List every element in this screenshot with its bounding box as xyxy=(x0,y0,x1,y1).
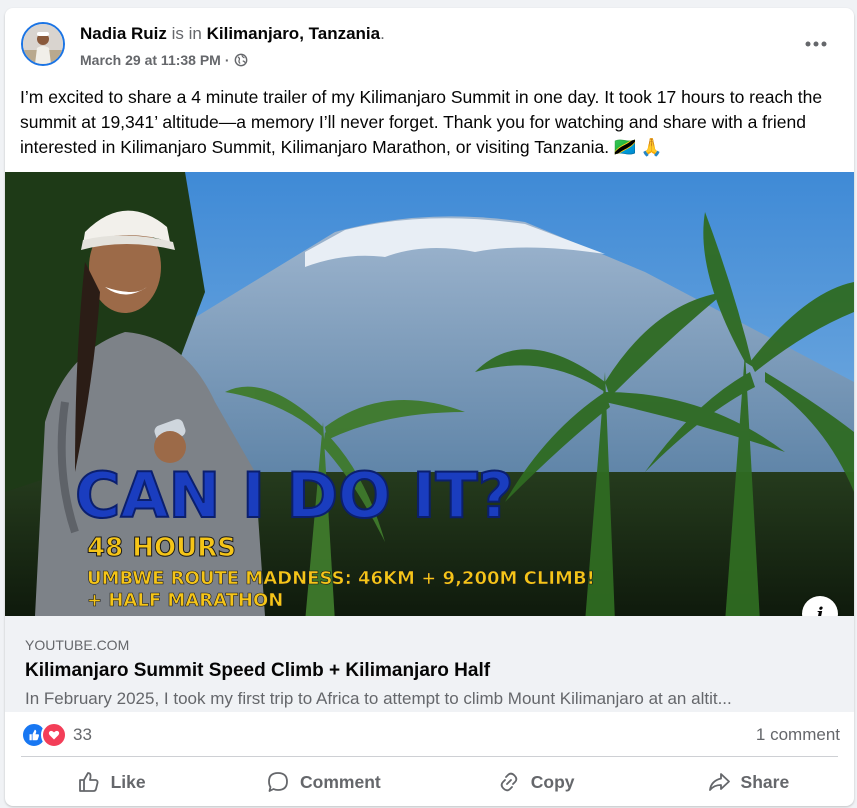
copy-label: Copy xyxy=(530,771,575,792)
comment-button[interactable]: Comment xyxy=(217,760,429,804)
comment-count[interactable]: 1 comment xyxy=(756,725,840,745)
comment-label: Comment xyxy=(300,771,381,792)
love-reaction-icon xyxy=(41,722,67,748)
globe-icon xyxy=(234,53,247,67)
location-period: . xyxy=(380,24,385,43)
is-in-text: is in xyxy=(171,24,202,43)
comment-icon xyxy=(268,772,288,792)
post-card: Nadia Ruiz is in Kilimanjaro, Tanzania. … xyxy=(5,8,854,806)
video-thumbnail[interactable]: CAN I DO IT? 48 HOURS UMBWE ROUTE MADNES… xyxy=(5,172,854,616)
share-icon xyxy=(708,773,730,791)
thumbnail-image: CAN I DO IT? 48 HOURS UMBWE ROUTE MADNES… xyxy=(5,172,854,616)
link-preview[interactable]: YOUTUBE.COM Kilimanjaro Summit Speed Cli… xyxy=(5,616,854,712)
like-button[interactable]: Like xyxy=(5,760,217,804)
more-options-icon xyxy=(805,41,827,47)
author-name[interactable]: Nadia Ruiz xyxy=(80,24,167,43)
thumbnail-headline: CAN I DO IT? xyxy=(75,459,514,532)
share-button[interactable]: Share xyxy=(642,760,854,804)
post-meta: March 29 at 11:38 PM · xyxy=(80,52,248,68)
more-options-button[interactable] xyxy=(798,30,834,58)
avatar[interactable] xyxy=(21,22,65,66)
post-actions: Like Comment Copy Share xyxy=(5,760,854,804)
reaction-count: 33 xyxy=(73,725,92,744)
divider xyxy=(21,756,838,757)
share-label: Share xyxy=(740,771,790,792)
thumbnail-line-3: + HALF MARATHON xyxy=(87,590,283,611)
like-icon xyxy=(78,772,99,792)
reactions-summary[interactable]: 33 xyxy=(21,721,92,749)
location-link[interactable]: Kilimanjaro, Tanzania xyxy=(207,24,381,43)
thumbnail-line-2: UMBWE ROUTE MADNESS: 46KM + 9,200M CLIMB… xyxy=(87,568,595,589)
post-text: I’m excited to share a 4 minute trailer … xyxy=(20,87,823,157)
meta-separator: · xyxy=(224,52,230,68)
thumbnail-line-1: 48 HOURS xyxy=(87,533,236,563)
link-description: In February 2025, I took my first trip t… xyxy=(25,689,732,708)
link-domain: YOUTUBE.COM xyxy=(25,637,130,653)
link-icon xyxy=(500,772,518,792)
author-line: Nadia Ruiz is in Kilimanjaro, Tanzania. xyxy=(80,24,385,44)
link-title[interactable]: Kilimanjaro Summit Speed Climb + Kiliman… xyxy=(25,660,490,682)
post-header: Nadia Ruiz is in Kilimanjaro, Tanzania. … xyxy=(5,8,854,80)
copy-button[interactable]: Copy xyxy=(430,760,642,804)
like-label: Like xyxy=(110,771,146,792)
post-timestamp[interactable]: March 29 at 11:38 PM xyxy=(80,52,221,68)
